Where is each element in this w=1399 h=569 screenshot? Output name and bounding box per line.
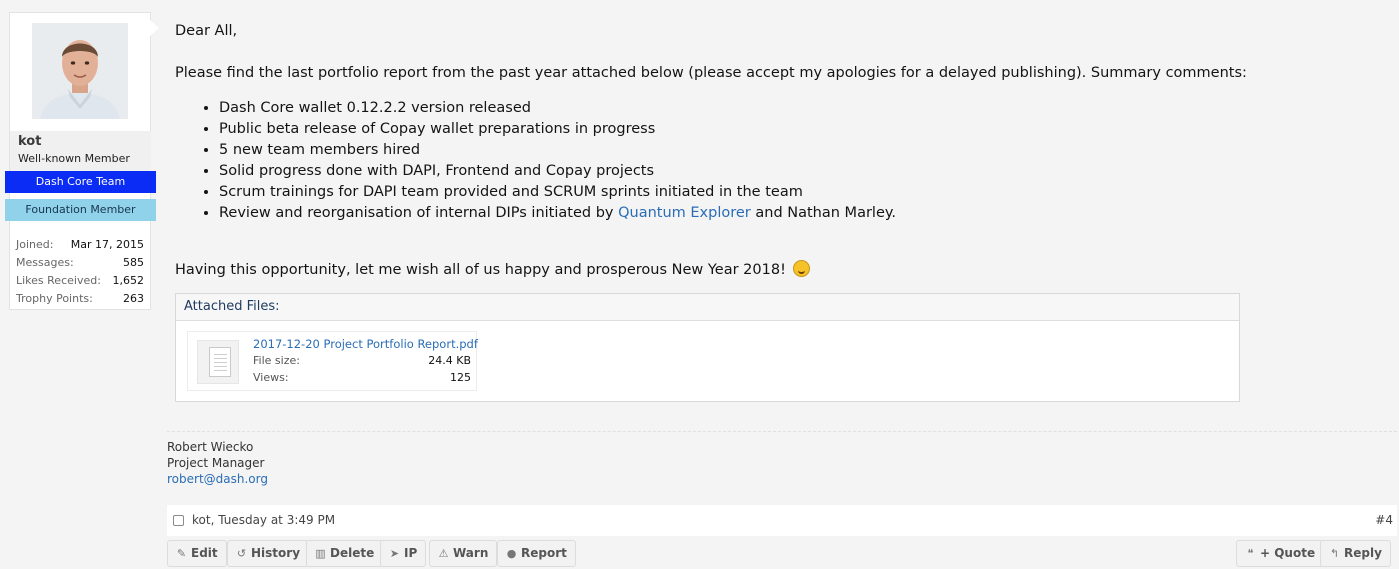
- list-item: Dash Core wallet 0.12.2.2 version releas…: [219, 98, 896, 119]
- attached-files-heading: Attached Files:: [176, 294, 1239, 321]
- signature: Robert Wiecko Project Manager robert@das…: [167, 439, 268, 487]
- list-item: Solid progress done with DAPI, Frontend …: [219, 161, 896, 182]
- stat-joined: Joined: Mar 17, 2015: [16, 236, 144, 254]
- signature-email-link[interactable]: robert@dash.org: [167, 472, 268, 486]
- file-views-row: Views: 125: [253, 371, 471, 384]
- user-stats: Joined: Mar 17, 2015 Messages: 585 Likes…: [16, 236, 144, 308]
- foundation-member-banner: Foundation Member: [5, 199, 156, 221]
- closing-text: Having this opportunity, let me wish all…: [175, 260, 810, 281]
- stat-value: Mar 17, 2015: [70, 238, 144, 251]
- smile-icon: [792, 260, 810, 277]
- pencil-icon: ✎: [176, 547, 187, 560]
- message-pointer-arrow: [150, 20, 159, 36]
- user-info-panel: kot Well-known Member Dash Core Team Fou…: [5, 12, 156, 310]
- username-link[interactable]: kot: [18, 134, 41, 149]
- history-label: History: [251, 546, 301, 560]
- post-meta-bar: kot, Tuesday at 3:49 PM #4: [167, 505, 1397, 536]
- edit-label: Edit: [191, 546, 218, 560]
- user-title: Well-known Member: [18, 152, 130, 165]
- stat-likes: Likes Received: 1,652: [16, 272, 144, 290]
- reply-label: Reply: [1344, 546, 1382, 560]
- stat-messages: Messages: 585: [16, 254, 144, 272]
- reply-button[interactable]: ↰ Reply: [1320, 540, 1391, 567]
- stat-value: 1,652: [112, 274, 145, 287]
- trash-icon: ▥: [315, 547, 326, 560]
- signature-divider: [167, 431, 1397, 432]
- list-item: Scrum trainings for DAPI team provided a…: [219, 182, 896, 203]
- dash-core-team-banner: Dash Core Team: [5, 171, 156, 193]
- file-views-value: 125: [450, 371, 471, 384]
- warn-button[interactable]: ⚠ Warn: [429, 540, 498, 567]
- file-views-label: Views:: [253, 371, 289, 384]
- post-author-date[interactable]: kot, Tuesday at 3:49 PM: [192, 513, 335, 527]
- signature-role: Project Manager: [167, 456, 265, 470]
- quantum-explorer-link[interactable]: Quantum Explorer: [618, 205, 751, 221]
- report-label: Report: [521, 546, 567, 560]
- stat-trophy-points: Trophy Points: 263: [16, 290, 144, 308]
- delete-button[interactable]: ▥ Delete: [306, 540, 384, 567]
- quote-label: + Quote: [1260, 546, 1316, 560]
- intro-text: Please find the last portfolio report fr…: [175, 65, 1247, 81]
- signature-name: Robert Wiecko: [167, 440, 254, 454]
- stat-label: Likes Received:: [16, 274, 101, 287]
- file-size-value: 24.4 KB: [428, 354, 471, 367]
- file-size-label: File size:: [253, 354, 300, 367]
- list-item-text: and Nathan Marley.: [750, 205, 896, 221]
- quote-button[interactable]: ❝ + Quote: [1236, 540, 1325, 567]
- report-button[interactable]: ● Report: [497, 540, 576, 567]
- warning-icon: ⚠: [438, 547, 449, 560]
- list-item-text: Review and reorganisation of internal DI…: [219, 205, 619, 221]
- summary-list: Dash Core wallet 0.12.2.2 version releas…: [175, 98, 896, 224]
- list-item: 5 new team members hired: [219, 140, 896, 161]
- report-icon: ●: [506, 547, 517, 560]
- list-item: Review and reorganisation of internal DI…: [219, 203, 896, 224]
- attachment-card: 2017-12-20 Project Portfolio Report.pdf …: [187, 331, 478, 391]
- stat-label: Messages:: [16, 256, 74, 269]
- select-post-checkbox[interactable]: [173, 515, 184, 526]
- avatar[interactable]: [32, 23, 128, 119]
- reply-icon: ↰: [1329, 547, 1340, 560]
- greeting-text: Dear All,: [175, 23, 238, 39]
- stat-value[interactable]: 263: [123, 290, 144, 308]
- quote-icon: ❝: [1247, 547, 1254, 560]
- attached-files-box: Attached Files: 2017-12-20 Project Portf…: [175, 293, 1240, 402]
- location-arrow-icon: ➤: [389, 547, 400, 560]
- warn-label: Warn: [453, 546, 489, 560]
- list-item: Public beta release of Copay wallet prep…: [219, 119, 896, 140]
- history-icon: ↺: [236, 547, 247, 560]
- history-button[interactable]: ↺ History: [227, 540, 310, 567]
- post-permalink[interactable]: #4: [1375, 513, 1393, 527]
- file-size-row: File size: 24.4 KB: [253, 354, 471, 367]
- document-icon[interactable]: [197, 340, 239, 384]
- delete-label: Delete: [330, 546, 375, 560]
- ip-label: IP: [404, 546, 418, 560]
- ip-button[interactable]: ➤ IP: [380, 540, 427, 567]
- stat-value[interactable]: 585: [123, 254, 144, 272]
- edit-button[interactable]: ✎ Edit: [167, 540, 227, 567]
- attachment-filename-link[interactable]: 2017-12-20 Project Portfolio Report.pdf: [253, 337, 478, 351]
- closing-sentence: Having this opportunity, let me wish all…: [175, 262, 786, 278]
- stat-label: Joined:: [16, 238, 54, 251]
- message-content: Dear All, Please find the last portfolio…: [160, 4, 1397, 424]
- stat-label: Trophy Points:: [16, 292, 93, 305]
